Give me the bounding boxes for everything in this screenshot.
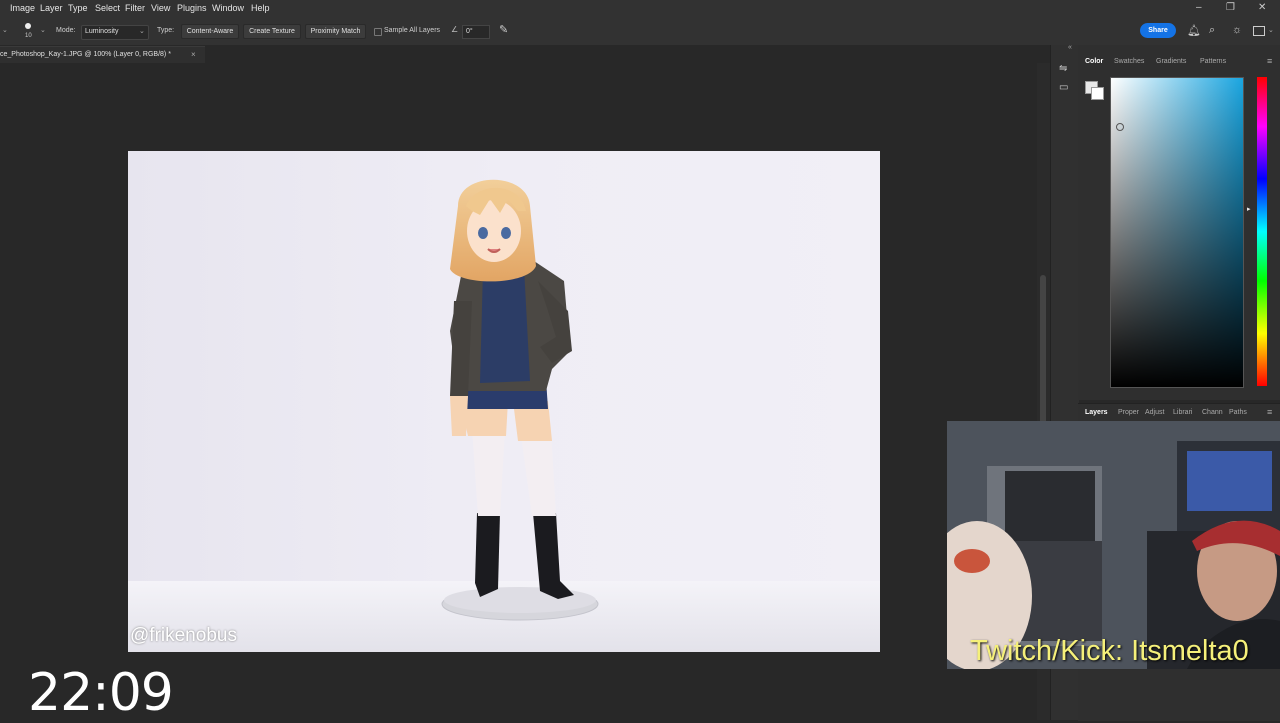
chevron-down-icon[interactable]: ⌄ [2, 26, 8, 34]
tab-paths[interactable]: Paths [1229, 409, 1247, 416]
share-button[interactable]: Share [1140, 23, 1176, 38]
chevron-down-icon: ⌄ [139, 28, 145, 35]
type-label: Type: [157, 27, 175, 34]
document-tab[interactable]: ce_Photoshop_Kay-1.JPG @ 100% (Layer 0, … [0, 46, 205, 63]
workspace-chevron-icon[interactable]: ⌄ [1268, 26, 1274, 34]
menu-filter[interactable]: Filter [125, 3, 145, 13]
background-swatch[interactable] [1091, 87, 1104, 100]
sample-all-layers-checkbox[interactable] [374, 28, 382, 36]
minimize-button[interactable]: – [1196, 2, 1202, 13]
hue-slider[interactable] [1257, 77, 1267, 386]
document-canvas[interactable]: @frikenobus [128, 151, 880, 652]
workspace-icon[interactable] [1253, 26, 1265, 36]
history-icon[interactable]: ⇋ [1059, 63, 1067, 74]
document-tab-title: ce_Photoshop_Kay-1.JPG @ 100% (Layer 0, … [0, 51, 171, 58]
menu-select[interactable]: Select [95, 3, 120, 13]
comments-icon[interactable]: ▭ [1059, 82, 1068, 93]
angle-value: 0° [466, 28, 473, 35]
angle-icon: ∠ [451, 25, 459, 34]
content-aware-button[interactable]: Content-Aware [181, 24, 239, 39]
tab-layers[interactable]: Layers [1085, 409, 1108, 416]
menu-bar: Image Layer Type Select Filter View Plug… [0, 0, 1280, 17]
tab-properties[interactable]: Proper [1118, 409, 1139, 416]
angle-input[interactable]: 0° [462, 25, 490, 39]
menu-window[interactable]: Window [212, 3, 244, 13]
watermark-text: @frikenobus [130, 625, 237, 646]
sample-all-layers-label: Sample All Layers [384, 27, 441, 34]
webcam-overlay: Twitch/Kick: Itsmelta0 [947, 421, 1280, 669]
tab-libraries[interactable]: Librari [1173, 409, 1192, 416]
tab-channels[interactable]: Chann [1202, 409, 1223, 416]
restore-button[interactable]: ❐ [1226, 2, 1235, 13]
menu-image[interactable]: Image [10, 3, 35, 13]
webcam-feed [947, 421, 1280, 669]
mode-value: Luminosity [85, 28, 119, 35]
layers-panel-menu-icon[interactable]: ≡ [1267, 407, 1272, 417]
tab-patterns[interactable]: Patterns [1200, 58, 1226, 65]
brush-chevron-icon[interactable]: ⌄ [40, 26, 46, 34]
menu-layer[interactable]: Layer [40, 3, 63, 13]
saturation-brightness-field[interactable] [1110, 77, 1244, 388]
stream-overlay-text: Twitch/Kick: Itsmelta0 [970, 635, 1249, 667]
panel-menu-icon[interactable]: ≡ [1267, 56, 1272, 66]
menu-help[interactable]: Help [251, 3, 270, 13]
color-picker-handle[interactable] [1116, 123, 1124, 131]
clock-overlay: 22:09 [28, 663, 174, 723]
menu-type[interactable]: Type [68, 3, 88, 13]
pressure-pen-icon[interactable]: ✎ [499, 23, 508, 36]
options-bar: ⌄ 10 ⌄ Mode: Luminosity ⌄ Type: Content-… [0, 17, 1280, 46]
brush-preview-icon[interactable] [25, 23, 31, 29]
tab-adjustments[interactable]: Adjust [1145, 409, 1164, 416]
menu-view[interactable]: View [151, 3, 170, 13]
close-window-button[interactable]: ✕ [1258, 2, 1266, 13]
scrollbar-thumb[interactable] [1040, 275, 1046, 435]
tab-gradients[interactable]: Gradients [1156, 58, 1186, 65]
tab-color[interactable]: Color [1085, 58, 1103, 65]
search-icon[interactable]: ⌕ [1209, 24, 1215, 37]
collapse-panels-icon[interactable]: « [1068, 44, 1072, 51]
tab-swatches[interactable]: Swatches [1114, 58, 1144, 65]
create-texture-button[interactable]: Create Texture [243, 24, 301, 39]
close-tab-icon[interactable]: × [191, 50, 196, 59]
bell-icon[interactable]: 🔔︎ [1187, 24, 1201, 37]
brush-size: 10 [25, 33, 32, 39]
hue-slider-handle[interactable]: ▸ [1247, 205, 1251, 213]
mode-select[interactable]: Luminosity ⌄ [81, 25, 149, 40]
mode-label: Mode: [56, 27, 76, 34]
menu-plugins[interactable]: Plugins [177, 3, 207, 13]
figure-photo [128, 151, 880, 652]
lightbulb-icon[interactable]: ☼ [1232, 24, 1242, 36]
proximity-match-button[interactable]: Proximity Match [305, 24, 366, 39]
